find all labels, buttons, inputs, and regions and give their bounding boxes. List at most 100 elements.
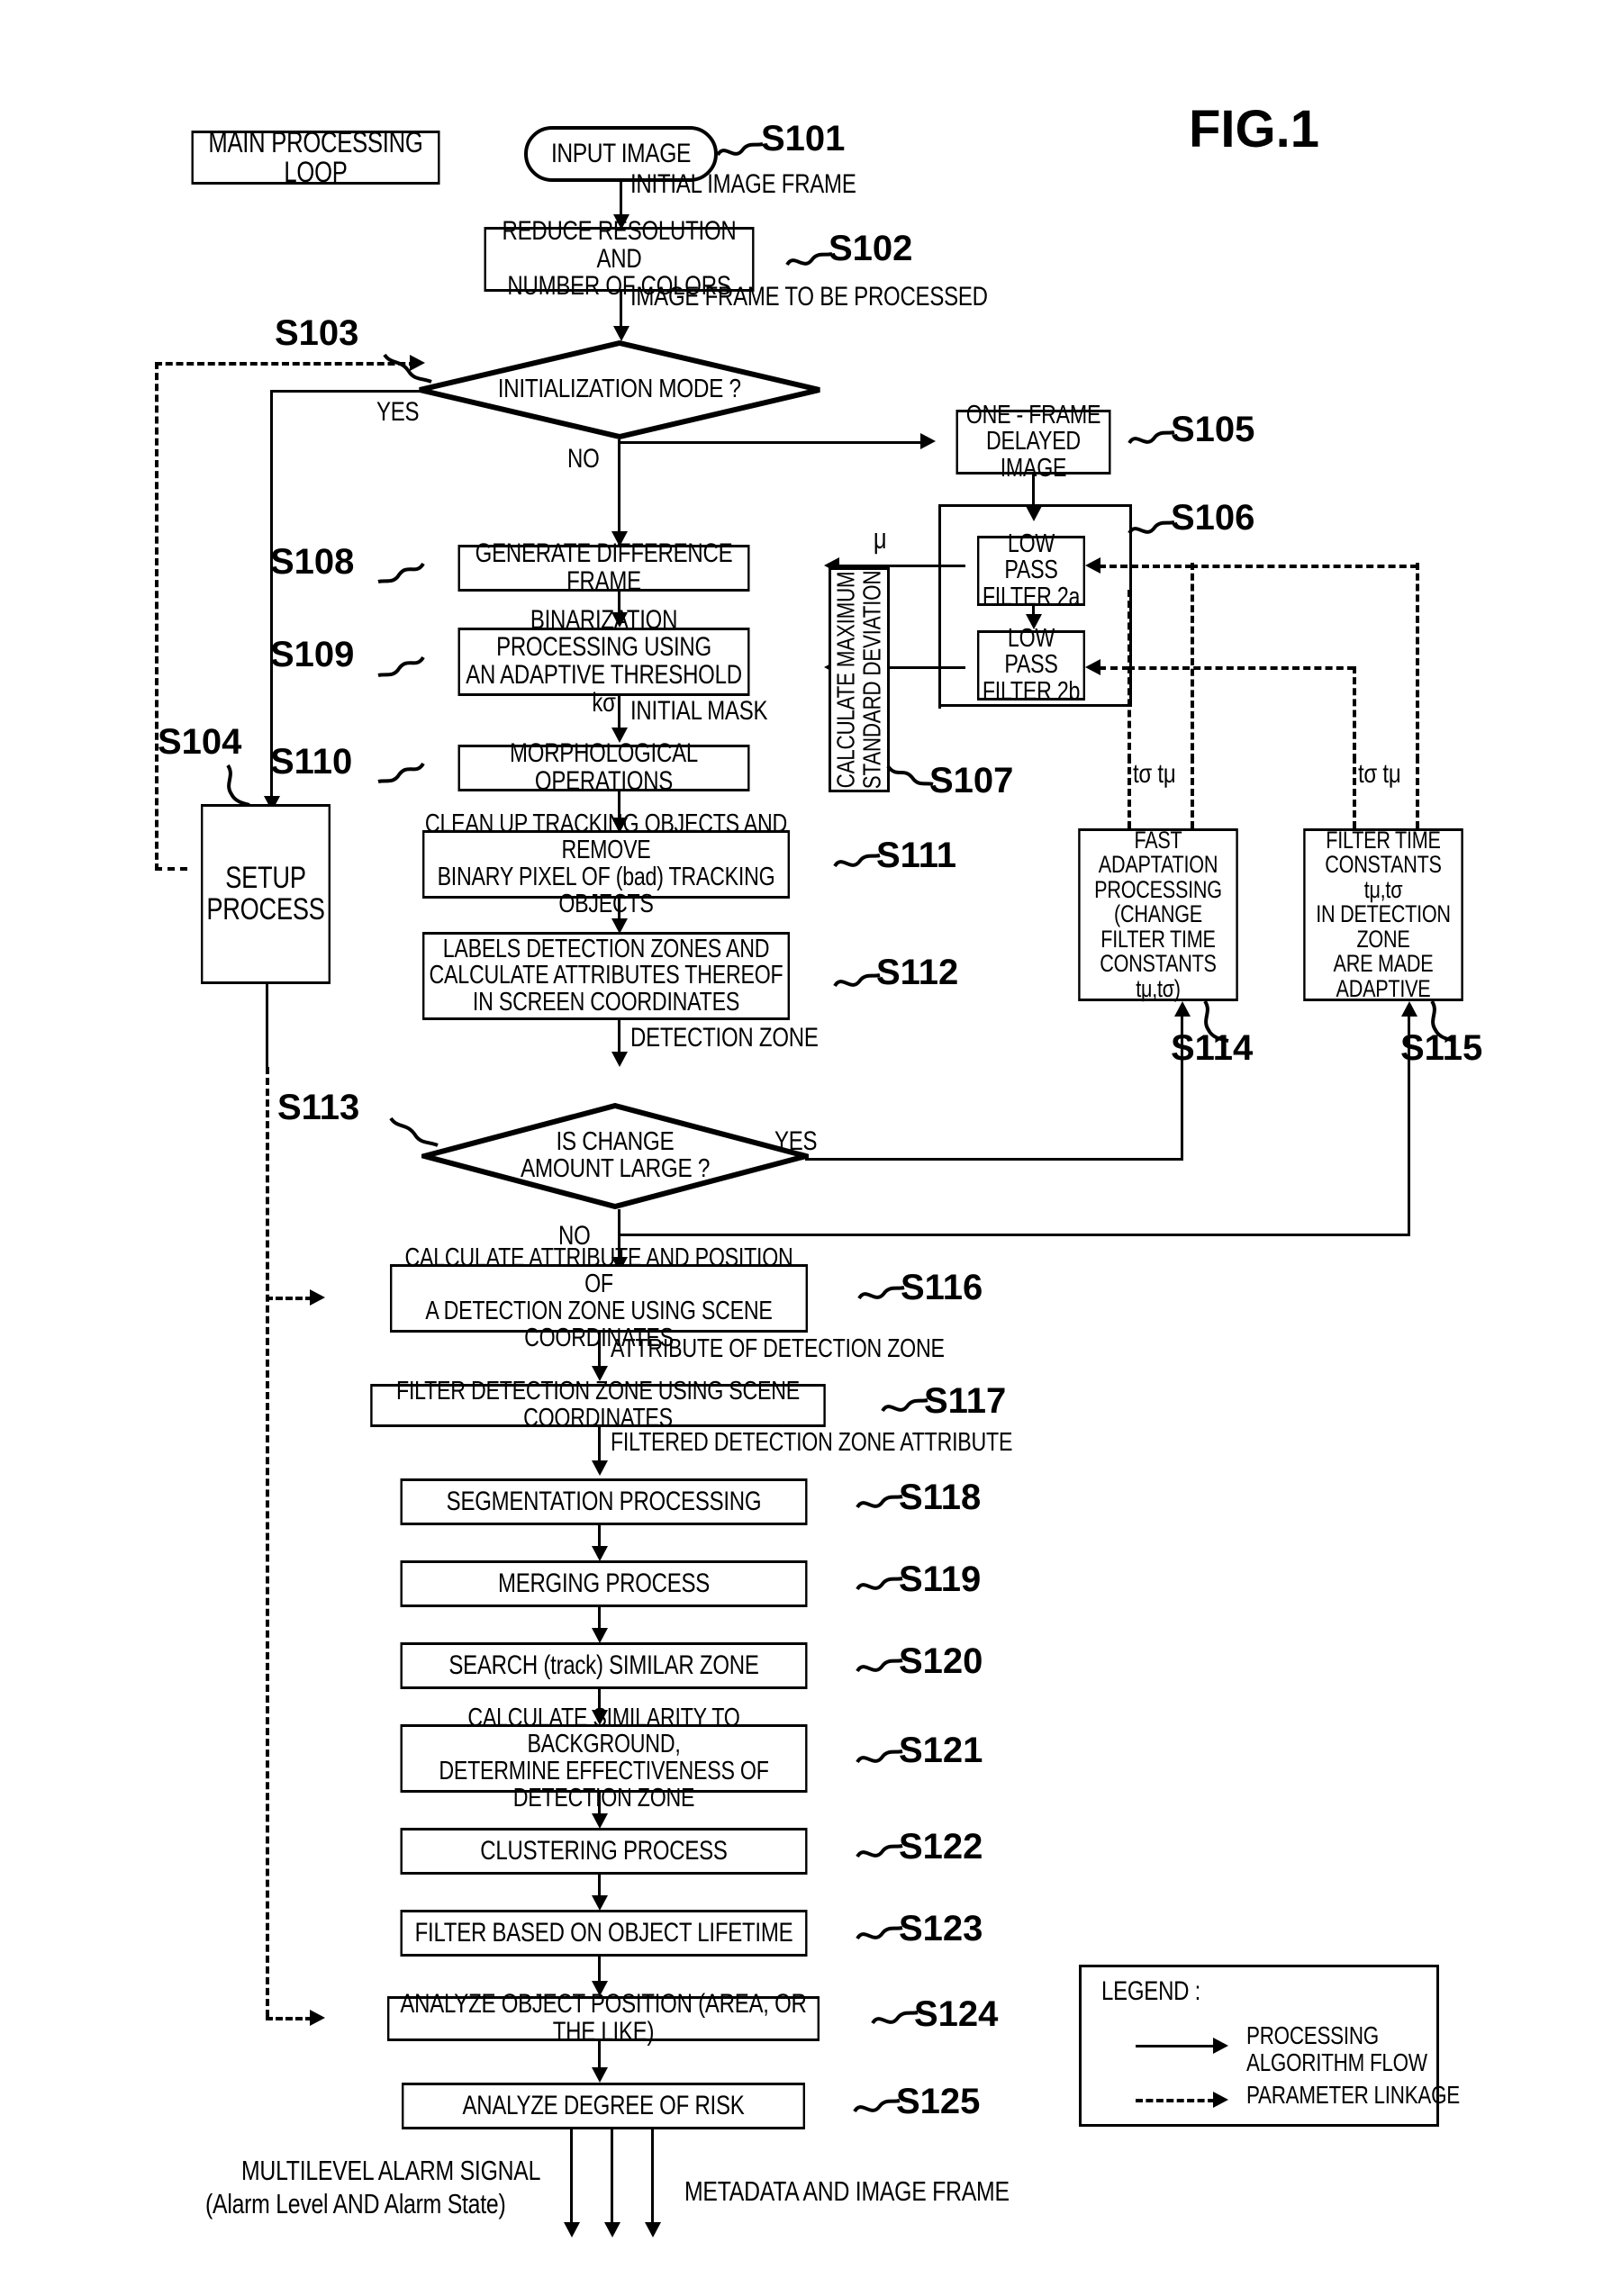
filter-time-constants-box: FILTER TIME CONSTANTS tμ,tσ IN DETECTION… xyxy=(1303,826,1463,1001)
lpf2b-line2: FILTER 2b xyxy=(982,676,1081,706)
arrowhead-left-dashed-rail xyxy=(410,355,425,371)
leader-s113 xyxy=(387,1116,439,1153)
step-id-s120: S120 xyxy=(899,1641,983,1681)
arrowhead-setup-to-s116 xyxy=(310,1289,325,1306)
step-id-s110: S110 xyxy=(270,742,353,782)
step-id-s118: S118 xyxy=(899,1478,982,1517)
step-id-s103: S103 xyxy=(275,313,359,353)
edge-label-tsig-tmu-right: tσ tμ xyxy=(1358,759,1401,789)
edge-label-yes-mid: YES xyxy=(774,1126,818,1156)
step-id-s114: S114 xyxy=(1171,1028,1254,1068)
s115-line2: CONSTANTS tμ,tσ xyxy=(1325,851,1442,903)
legend-item-2-line1: PARAMETER LINKAGE xyxy=(1246,2081,1460,2109)
s114-rail-tmu-up xyxy=(1191,563,1194,761)
step-id-s123: S123 xyxy=(899,1909,983,1948)
s114-line1: FAST ADAPTATION xyxy=(1098,826,1218,879)
labels-line2: CALCULATE ATTRIBUTES THEREOF xyxy=(429,961,783,990)
analyze-degree-of-risk-box: ANALYZE DEGREE OF RISK xyxy=(402,2083,805,2129)
left-dashed-rail-vertical xyxy=(155,362,158,871)
morphological-operations-box: MORPHOLOGICAL OPERATIONS xyxy=(457,740,750,795)
edge-label-tsig-tmu-left: tσ tμ xyxy=(1133,759,1176,789)
s115-rail-tmu-left xyxy=(1191,565,1417,568)
labels-line1: LABELS DETECTION ZONES AND xyxy=(442,934,770,963)
step-id-s125: S125 xyxy=(896,2082,981,2121)
legend-title: LEGEND : xyxy=(1101,1976,1201,2006)
arrowhead-s119-s120 xyxy=(592,1628,608,1643)
s123-label: FILTER BASED ON OBJECT LIFETIME xyxy=(414,1917,793,1948)
setup-process-box: SETUP PROCESS xyxy=(201,804,331,984)
edge-label-attribute-of-detection-zone: ATTRIBUTE OF DETECTION ZONE xyxy=(611,1334,945,1363)
s115-line1: FILTER TIME xyxy=(1326,826,1441,854)
s117-label: FILTER DETECTION ZONE USING SCENE COORDI… xyxy=(396,1377,800,1433)
arrowhead-no-to-delayed xyxy=(920,433,936,449)
edge-yes-horizontal xyxy=(270,390,420,393)
arrowhead-s102-s103 xyxy=(613,326,629,341)
step-id-s109: S109 xyxy=(270,635,355,674)
step-id-s102: S102 xyxy=(829,229,913,268)
step-id-s115: S115 xyxy=(1400,1028,1483,1068)
arrowhead-s117-s118 xyxy=(592,1460,608,1476)
s115-line3: IN DETECTION ZONE xyxy=(1316,900,1451,953)
legend-box: LEGEND : PROCESSING ALGORITHM FLOW PARAM… xyxy=(1079,1965,1460,2127)
filter-object-lifetime-box: FILTER BASED ON OBJECT LIFETIME xyxy=(400,1910,808,1957)
calculate-similarity-background-box: CALCULATE SIMILARITY TO BACKGROUND, DETE… xyxy=(400,1704,808,1811)
leader-s110 xyxy=(376,756,426,787)
main-processing-loop-box: MAIN PROCESSING LOOP xyxy=(191,126,440,188)
output-label-alarm-line1: MULTILEVEL ALARM SIGNAL xyxy=(241,2155,541,2186)
edge-label-detection-zone: DETECTION ZONE xyxy=(630,1023,819,1053)
edge-setup-to-s124-dashed xyxy=(266,2017,312,2020)
binarization-processing-box: BINARIZATION PROCESSING USING AN ADAPTIV… xyxy=(457,606,750,716)
output-label-metadata: METADATA AND IMAGE FRAME xyxy=(684,2175,1010,2207)
initialization-mode-text: INITIALIZATION MODE ? xyxy=(498,375,741,404)
step-id-s101: S101 xyxy=(761,119,846,158)
step-id-s116: S116 xyxy=(901,1268,983,1307)
arrowhead-s124-s125 xyxy=(592,2067,608,2083)
step-id-s112: S112 xyxy=(876,953,959,992)
arrowhead-lpf2a-lpf2b xyxy=(1026,614,1042,629)
edge-setup-down-dashed xyxy=(266,1067,269,2017)
s114-line3: (CHANGE FILTER TIME xyxy=(1100,900,1216,953)
step-id-s122: S122 xyxy=(899,1827,983,1867)
output-arrow-1-line xyxy=(570,2129,573,2228)
leader-s108 xyxy=(376,556,426,587)
setup-process-line2: PROCESS xyxy=(206,892,325,927)
left-dashed-rail-to-setup xyxy=(155,867,187,871)
calc-max-std-dev-text: CALCULATE MAXIMUM STANDARD DEVIATION xyxy=(831,570,886,790)
search-similar-zone-box: SEARCH (track) SIMILAR ZONE xyxy=(400,1642,808,1689)
step-id-s111: S111 xyxy=(876,836,957,875)
low-pass-filter-2b-box: LOW PASS FILTER 2b xyxy=(977,625,1085,704)
edge-no-mid-rail-to-s115 xyxy=(618,1234,1410,1236)
setup-process-line1: SETUP xyxy=(225,861,306,896)
s114-line2: PROCESSING xyxy=(1094,875,1222,903)
s114-line4: CONSTANTS tμ,tσ) xyxy=(1100,950,1217,1002)
figure-canvas: FIG.1 MAIN PROCESSING LOOP INPUT IMAGE S… xyxy=(0,0,1603,2296)
edge-label-image-frame-to-be-processed: IMAGE FRAME TO BE PROCESSED xyxy=(630,282,988,312)
cleanup-line2: BINARY PIXEL OF (bad) TRACKING OBJECTS xyxy=(437,863,775,918)
analyze-object-position-box: ANALYZE OBJECT POSITION (AREA, OR THE LI… xyxy=(387,1991,820,2046)
merging-process-box: MERGING PROCESS xyxy=(400,1560,808,1607)
morphological-operations-label: MORPHOLOGICAL OPERATIONS xyxy=(510,738,698,796)
figure-title: FIG.1 xyxy=(1189,100,1320,158)
edge-setup-down-solid xyxy=(266,984,268,1072)
arrowhead-tsig-to-lpf2b xyxy=(1085,659,1100,675)
binarization-line1: BINARIZATION PROCESSING USING xyxy=(496,604,711,663)
edge-label-initial-mask: INITIAL MASK xyxy=(630,696,768,726)
edge-no-vertical-2 xyxy=(618,439,620,540)
reduce-resolution-line1: REDUCE RESOLUTION AND xyxy=(502,216,737,274)
edge-no-to-delayed-image xyxy=(618,441,929,444)
output-arrow-3-head xyxy=(645,2222,661,2237)
s115-rail-tsig-left xyxy=(1128,666,1354,670)
arrowhead-yes-to-s114 xyxy=(1174,1001,1191,1017)
arrowhead-s112-s113 xyxy=(611,1052,628,1067)
s115-rail-tmu-up xyxy=(1416,563,1419,761)
clean-up-tracking-objects-box: CLEAN UP TRACKING OBJECTS AND REMOVE BIN… xyxy=(422,810,790,917)
calculate-max-std-dev-box: CALCULATE MAXIMUM STANDARD DEVIATION xyxy=(829,567,890,792)
filter-detection-zone-box: FILTER DETECTION ZONE USING SCENE COORDI… xyxy=(370,1379,826,1432)
delayed-image-line1: ONE - FRAME xyxy=(965,400,1101,429)
arrowhead-s122-s123 xyxy=(592,1895,608,1911)
main-processing-loop-label: MAIN PROCESSING LOOP xyxy=(208,126,423,188)
s114-rail-tsig-up xyxy=(1128,590,1131,761)
edge-setup-to-s116-dashed xyxy=(266,1297,312,1300)
step-id-s124: S124 xyxy=(914,1994,999,2034)
s124-label: ANALYZE OBJECT POSITION (AREA, OR THE LI… xyxy=(400,1989,807,2047)
